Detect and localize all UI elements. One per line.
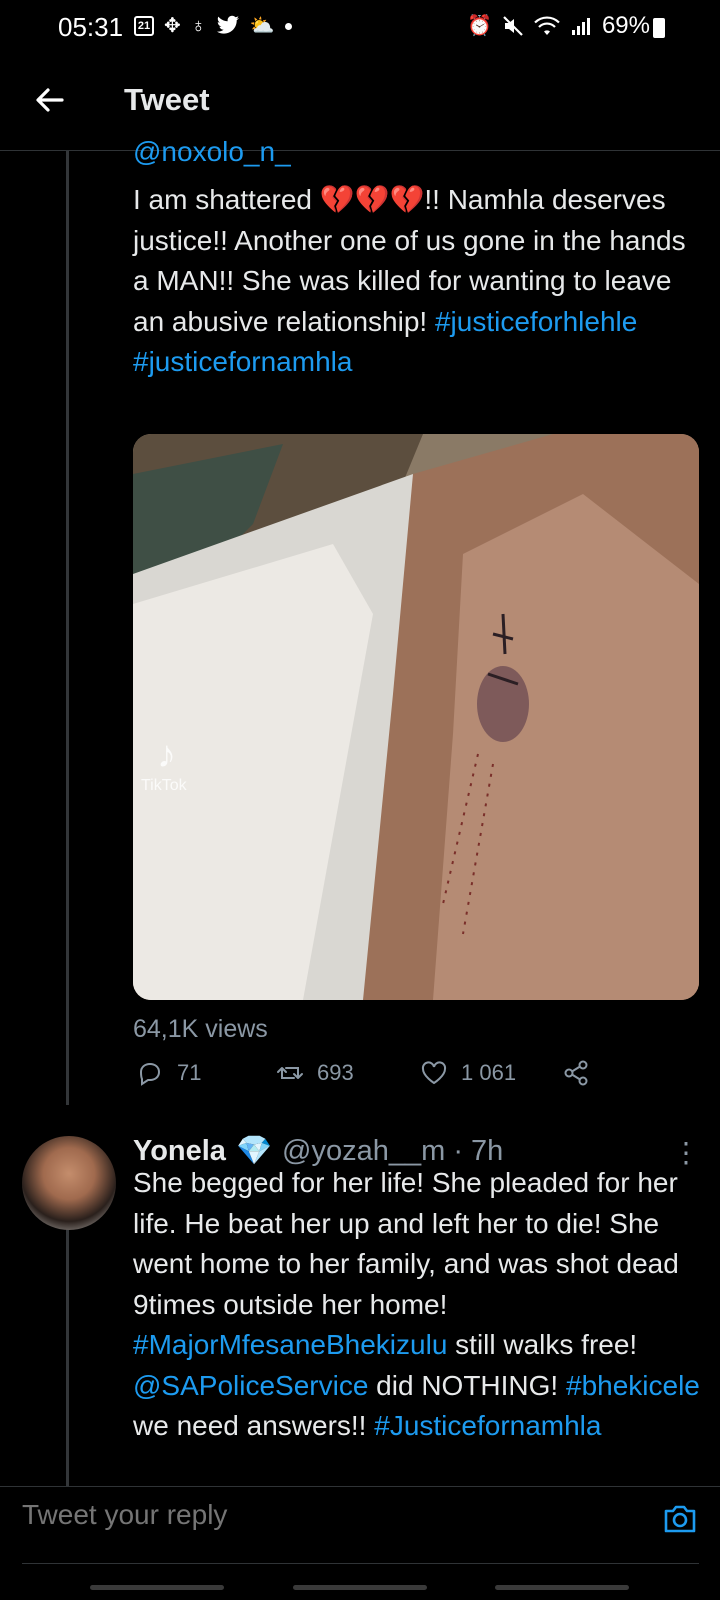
notification-icon: ♁ <box>190 15 206 37</box>
tweet-text-segment: I am shattered <box>133 184 320 215</box>
weather-icon: ⛅ <box>249 15 275 37</box>
reply-tweet-body: She begged for her life! She pleaded for… <box>133 1163 703 1447</box>
pinwheel-icon: ✥ <box>164 15 181 37</box>
wifi-icon <box>534 16 560 35</box>
retweet-icon <box>277 1067 303 1079</box>
hashtag-link[interactable]: #justicefornamhla <box>133 346 352 377</box>
hashtag-link[interactable]: #MajorMfesaneBhekizulu <box>133 1329 447 1360</box>
view-count: 64,1K views <box>133 1015 268 1043</box>
heart-icon <box>421 1061 447 1085</box>
tweet-detail-screen: 05:31 21 ✥ ♁ ⛅ ⏰ 69% Tweet @noxolo_n_ I … <box>0 0 720 1600</box>
tiktok-icon: ♪ <box>157 734 176 776</box>
alarm-icon: ⏰ <box>467 15 492 37</box>
nav-back-button[interactable] <box>495 1585 629 1590</box>
calendar-icon: 21 <box>134 16 154 36</box>
media-photo <box>133 434 699 1000</box>
thread-connector-line <box>66 151 69 1105</box>
tweet-actions: 71 693 1 061 <box>133 1058 699 1102</box>
system-navigation-bar <box>0 1580 720 1600</box>
tweet-text-segment: She begged for her life! She pleaded for… <box>133 1167 679 1320</box>
top-app-bar: Tweet <box>0 56 720 150</box>
mute-icon <box>503 16 523 36</box>
share-icon <box>564 1060 588 1086</box>
like-count: 1 061 <box>461 1060 517 1085</box>
tweet-text-segment: did NOTHING! <box>368 1369 566 1401</box>
back-arrow-icon[interactable] <box>28 78 72 122</box>
status-time: 05:31 <box>58 12 124 42</box>
signal-icon <box>571 18 590 35</box>
hashtag-link[interactable]: #Justicefornamhla <box>374 1410 601 1441</box>
reply-button[interactable]: 71 <box>135 1058 201 1088</box>
nav-recents-button[interactable] <box>90 1585 224 1590</box>
status-notification-icons: 21 ✥ ♁ ⛅ <box>134 14 292 38</box>
tweet-text-segment: still walks free! <box>447 1329 638 1360</box>
nav-home-button[interactable] <box>293 1585 427 1590</box>
retweet-button[interactable]: 693 <box>275 1058 354 1088</box>
tweet-text-segment: we need answers!! <box>133 1410 375 1441</box>
hashtag-link[interactable]: #justiceforhlehle <box>435 306 637 337</box>
twitter-bird-icon <box>216 15 239 34</box>
share-button[interactable] <box>561 1058 591 1088</box>
page-title: Tweet <box>124 82 210 117</box>
tiktok-watermark-label: TikTok <box>141 777 187 794</box>
mention-link[interactable]: @SAPoliceService <box>133 1370 368 1401</box>
broken-heart-emoji: 💔💔💔 <box>319 184 425 215</box>
avatar[interactable] <box>22 1136 116 1230</box>
tweet-media-video[interactable]: ♪ TikTok <box>133 434 699 1000</box>
camera-icon[interactable] <box>660 1499 700 1539</box>
tweet-body: I am shattered 💔💔💔!! Namhla deserves jus… <box>133 180 699 383</box>
tiktok-watermark: ♪ TikTok <box>141 734 187 795</box>
hashtag-link[interactable]: #bhekicele <box>566 1370 700 1401</box>
retweet-count: 693 <box>317 1060 354 1085</box>
thread-connector-line <box>66 1218 69 1488</box>
replying-to-handle[interactable]: @noxolo_n_ <box>133 136 291 168</box>
header-divider <box>0 150 720 151</box>
composer-divider <box>22 1563 699 1564</box>
battery-percentage: 69% <box>601 12 650 39</box>
like-button[interactable]: 1 061 <box>419 1058 516 1088</box>
reply-count: 71 <box>177 1060 202 1085</box>
reply-input[interactable] <box>22 1499 622 1531</box>
battery-icon <box>653 18 665 38</box>
status-system-icons: ⏰ 69% <box>467 12 650 40</box>
status-bar: 05:31 21 ✥ ♁ ⛅ ⏰ 69% <box>0 0 720 56</box>
more-notifications-dot <box>284 22 292 30</box>
reply-icon <box>139 1062 161 1086</box>
